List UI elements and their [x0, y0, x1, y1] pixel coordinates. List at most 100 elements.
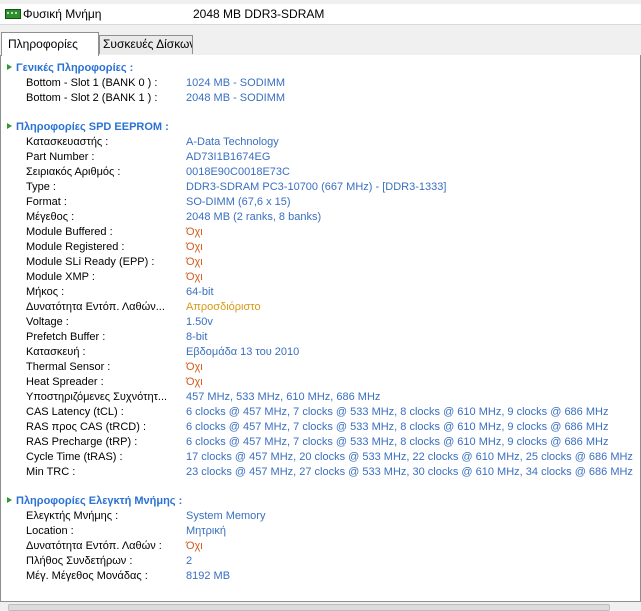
row-value: 6 clocks @ 457 MHz, 7 clocks @ 533 MHz, … — [186, 436, 609, 448]
row-value: Όχι — [186, 361, 203, 373]
row-label: Bottom - Slot 1 (BANK 0 ) : — [26, 77, 158, 89]
section-arrow-icon — [7, 123, 12, 130]
section-arrow-icon — [7, 64, 12, 71]
row-value: 8192 MB — [186, 570, 231, 582]
list-item[interactable]: Type : DDR3-SDRAM PC3-10700 (667 MHz) - [… — [1, 180, 640, 195]
row-label: Σειριακός Αριθμός : — [26, 166, 121, 178]
row-value: Όχι — [186, 376, 203, 388]
list-item[interactable]: Δυνατότητα Εντόπ. Λαθών... Απροσδιόριστο — [1, 300, 640, 315]
section-general-info: Γενικές Πληροφορίες : — [7, 61, 133, 76]
row-value: 0018E90C0018E73C — [186, 166, 290, 178]
row-value: Όχι — [186, 226, 203, 238]
row-value: 2048 MB (2 ranks, 8 banks) — [186, 211, 322, 223]
row-label: Location : — [26, 525, 74, 537]
list-item[interactable]: RAS προς CAS (tRCD) : 6 clocks @ 457 MHz,… — [1, 420, 640, 435]
row-value: Όχι — [186, 540, 203, 552]
row-label: Υποστηριζόμενες Συχνότητ... — [26, 391, 168, 403]
row-label: Thermal Sensor : — [26, 361, 111, 373]
row-label: Module Registered : — [26, 241, 125, 253]
list-item[interactable]: Υποστηριζόμενες Συχνότητ... 457 MHz, 533 … — [1, 390, 640, 405]
row-label: Cycle Time (tRAS) : — [26, 451, 123, 463]
list-item[interactable]: Part Number : AD73I1B1674EG — [1, 150, 640, 165]
row-label: Module SLi Ready (EPP) : — [26, 256, 155, 268]
section-title: Πληροφορίες SPD EEPROM : — [16, 121, 169, 133]
list-item[interactable]: Δυνατότητα Εντόπ. Λαθών : Όχι — [1, 539, 640, 554]
row-label: Μέγεθος : — [26, 211, 75, 223]
physical-memory-row[interactable]: Φυσική Μνήμη 2048 MB DDR3-SDRAM — [0, 4, 641, 25]
row-value: 6 clocks @ 457 MHz, 7 clocks @ 533 MHz, … — [186, 421, 609, 433]
row-value: 2048 MB - SODIMM — [186, 92, 286, 104]
row-value: DDR3-SDRAM PC3-10700 (667 MHz) - [DDR3-1… — [186, 181, 447, 193]
list-item[interactable]: Bottom - Slot 2 (BANK 1 ) : 2048 MB - SOD… — [1, 91, 640, 106]
list-item[interactable]: Thermal Sensor : Όχι — [1, 360, 640, 375]
row-value: Όχι — [186, 271, 203, 283]
row-value: 23 clocks @ 457 MHz, 27 clocks @ 533 MHz… — [186, 466, 633, 478]
list-item[interactable]: Cycle Time (tRAS) : 17 clocks @ 457 MHz, … — [1, 450, 640, 465]
row-label: Module XMP : — [26, 271, 95, 283]
row-label: RAS προς CAS (tRCD) : — [26, 421, 146, 433]
physical-memory-value: 2048 MB DDR3-SDRAM — [193, 7, 325, 21]
row-label: Module Buffered : — [26, 226, 113, 238]
row-value: 1.50v — [186, 316, 213, 328]
memory-module-icon — [5, 9, 21, 19]
list-item[interactable]: RAS Precharge (tRP) : 6 clocks @ 457 MHz,… — [1, 435, 640, 450]
details-panel: Γενικές Πληροφορίες : Bottom - Slot 1 (B… — [0, 55, 641, 601]
row-value: 6 clocks @ 457 MHz, 7 clocks @ 533 MHz, … — [186, 406, 609, 418]
list-item[interactable]: Prefetch Buffer : 8-bit — [1, 330, 640, 345]
list-item[interactable]: Μέγεθος : 2048 MB (2 ranks, 8 banks) — [1, 210, 640, 225]
separator-band — [0, 25, 641, 32]
row-value: Όχι — [186, 256, 203, 268]
row-value: Εβδομάδα 13 του 2010 — [186, 346, 300, 358]
list-item[interactable]: Module XMP : Όχι — [1, 270, 640, 285]
section-arrow-icon — [7, 497, 12, 504]
list-item[interactable]: Voltage : 1.50v — [1, 315, 640, 330]
row-value: 1024 MB - SODIMM — [186, 77, 286, 89]
list-item[interactable]: Κατασκευαστής : A-Data Technology — [1, 135, 640, 150]
list-item[interactable]: Module SLi Ready (EPP) : Όχι — [1, 255, 640, 270]
row-value: AD73I1B1674EG — [186, 151, 271, 163]
list-item[interactable]: Πλήθος Συνδετήρων : 2 — [1, 554, 640, 569]
section-spd-eeprom: Πληροφορίες SPD EEPROM : — [7, 120, 169, 135]
list-item[interactable]: CAS Latency (tCL) : 6 clocks @ 457 MHz, 7… — [1, 405, 640, 420]
row-value: 457 MHz, 533 MHz, 610 MHz, 686 MHz — [186, 391, 381, 403]
row-value: SO-DIMM (67,6 x 15) — [186, 196, 291, 208]
row-value: 8-bit — [186, 331, 208, 343]
list-item[interactable]: Heat Spreader : Όχι — [1, 375, 640, 390]
row-label: Heat Spreader : — [26, 376, 104, 388]
tab-information[interactable]: Πληροφορίες — [1, 32, 99, 56]
row-label: Prefetch Buffer : — [26, 331, 106, 343]
row-value: Απροσδιόριστο — [186, 301, 261, 313]
section-title: Πληροφορίες Ελεγκτή Μνήμης : — [16, 495, 183, 507]
list-item[interactable]: Ελεγκτής Μνήμης : System Memory — [1, 509, 640, 524]
row-label: Bottom - Slot 2 (BANK 1 ) : — [26, 92, 158, 104]
row-label: Κατασκευαστής : — [26, 136, 109, 148]
list-item[interactable]: Location : Μητρική — [1, 524, 640, 539]
row-label: RAS Precharge (tRP) : — [26, 436, 138, 448]
tab-bar: Πληροφορίες Συσκευές Δίσκων — [0, 32, 641, 56]
row-value: 17 clocks @ 457 MHz, 20 clocks @ 533 MHz… — [186, 451, 633, 463]
list-item[interactable]: Μέγ. Μέγεθος Μονάδας : 8192 MB — [1, 569, 640, 584]
row-value: System Memory — [186, 510, 266, 522]
list-item[interactable]: Μήκος : 64-bit — [1, 285, 640, 300]
row-label: Μήκος : — [26, 286, 65, 298]
row-label: Ελεγκτής Μνήμης : — [26, 510, 119, 522]
row-label: Part Number : — [26, 151, 95, 163]
row-label: Format : — [26, 196, 67, 208]
tab-disk-devices[interactable]: Συσκευές Δίσκων — [99, 35, 193, 54]
row-label: Type : — [26, 181, 56, 193]
row-value: Μητρική — [186, 525, 226, 537]
list-item[interactable]: Module Buffered : Όχι — [1, 225, 640, 240]
row-label: Μέγ. Μέγεθος Μονάδας : — [26, 570, 148, 582]
row-value: 64-bit — [186, 286, 214, 298]
row-value: Όχι — [186, 241, 203, 253]
list-item[interactable]: Σειριακός Αριθμός : 0018E90C0018E73C — [1, 165, 640, 180]
physical-memory-label: Φυσική Μνήμη — [23, 7, 102, 21]
row-label: CAS Latency (tCL) : — [26, 406, 124, 418]
list-item[interactable]: Κατασκευή : Εβδομάδα 13 του 2010 — [1, 345, 640, 360]
row-label: Voltage : — [26, 316, 69, 328]
list-item[interactable]: Bottom - Slot 1 (BANK 0 ) : 1024 MB - SOD… — [1, 76, 640, 91]
list-item[interactable]: Module Registered : Όχι — [1, 240, 640, 255]
row-label: Κατασκευή : — [26, 346, 86, 358]
list-item[interactable]: Min TRC : 23 clocks @ 457 MHz, 27 clocks … — [1, 465, 640, 480]
list-item[interactable]: Format : SO-DIMM (67,6 x 15) — [1, 195, 640, 210]
